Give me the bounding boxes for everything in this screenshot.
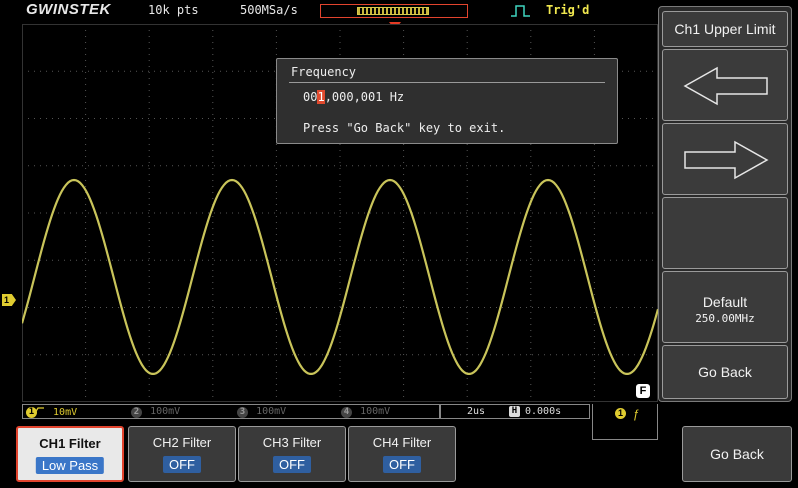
softkey-label: CH3 Filter bbox=[262, 435, 322, 450]
softkey-ch2-filter[interactable]: CH2 Filter OFF bbox=[128, 426, 236, 482]
right-arrow-icon bbox=[684, 140, 769, 180]
softkey-label: CH1 Filter bbox=[39, 436, 101, 451]
go-back-button[interactable]: Go Back bbox=[682, 426, 792, 482]
channel-status-bar: 1 10mV 2 ═ 100mV 3 ═ 100mV 4 ═ 100mV bbox=[22, 404, 440, 419]
go-back-label: Go Back bbox=[710, 446, 764, 462]
memory-view-window bbox=[357, 7, 429, 15]
ch3-scale: 100mV bbox=[256, 406, 287, 417]
ch4-status[interactable]: 4 ═ 100mV bbox=[341, 406, 391, 418]
cursor-left-button[interactable] bbox=[662, 49, 788, 121]
dialog-title: Frequency bbox=[291, 65, 357, 79]
memory-overview-bar bbox=[320, 4, 468, 18]
ch3-status[interactable]: 3 ═ 100mV bbox=[237, 406, 287, 418]
empty-side-button[interactable] bbox=[662, 197, 788, 269]
ch1-scale: 10mV bbox=[53, 407, 78, 418]
trigger-slope-icon: ƒ bbox=[633, 407, 640, 421]
record-length: 10k pts bbox=[148, 3, 199, 17]
dialog-hint: Press "Go Back" key to exit. bbox=[303, 121, 506, 135]
default-label: Default bbox=[702, 294, 748, 310]
side-menu: Ch1 Upper Limit Default 250.00MHz Go Bac… bbox=[658, 6, 792, 402]
softkey-label: CH4 Filter bbox=[372, 435, 432, 450]
softkey-value: Low Pass bbox=[35, 457, 105, 474]
dialog-divider bbox=[289, 82, 605, 83]
upper-limit-title: Ch1 Upper Limit bbox=[662, 11, 788, 47]
left-arrow-icon bbox=[683, 66, 768, 106]
ch4-scale: 100mV bbox=[360, 406, 391, 417]
softkey-ch1-filter[interactable]: CH1 Filter Low Pass bbox=[16, 426, 124, 482]
horizontal-position: 0.000s bbox=[525, 406, 562, 417]
softkey-ch3-filter[interactable]: CH3 Filter OFF bbox=[238, 426, 346, 482]
ch1-ground-marker[interactable]: 1 bbox=[2, 294, 16, 306]
softkey-value: OFF bbox=[273, 456, 311, 473]
ch1-status[interactable]: 1 10mV bbox=[26, 406, 77, 418]
edit-cursor-digit: 1 bbox=[317, 90, 325, 104]
status-bar: GWINSTEK 10k pts 500MSa/s Trig'd bbox=[0, 0, 660, 22]
side-menu-title: Ch1 Upper Limit bbox=[674, 21, 776, 37]
timebase: 2us bbox=[467, 406, 486, 417]
ch2-status[interactable]: 2 ═ 100mV bbox=[131, 406, 181, 418]
softkey-value: OFF bbox=[383, 456, 421, 473]
frequency-value[interactable]: 001,000,001 Hz bbox=[303, 90, 404, 104]
ch4-badge: 4 bbox=[341, 407, 352, 418]
ch2-badge: 2 bbox=[131, 407, 142, 418]
horizontal-position-icon: H bbox=[509, 406, 520, 417]
softkey-value: OFF bbox=[163, 456, 201, 473]
default-value: 250.00MHz bbox=[695, 312, 755, 325]
ch1-badge: 1 bbox=[26, 407, 37, 418]
go-back-side-button[interactable]: Go Back bbox=[662, 345, 788, 399]
trigger-edge-icon bbox=[511, 5, 530, 17]
trigger-status: Trig'd bbox=[546, 3, 590, 17]
ch3-badge: 3 bbox=[237, 407, 248, 418]
ch2-scale: 100mV bbox=[150, 406, 181, 417]
trigger-status-box: 1 ƒ bbox=[592, 404, 658, 440]
softkey-ch4-filter[interactable]: CH4 Filter OFF bbox=[348, 426, 456, 482]
horizontal-status-bar[interactable]: 2us H 0.000s bbox=[440, 404, 590, 419]
frequency-dialog: Frequency 001,000,001 Hz Press "Go Back"… bbox=[276, 58, 618, 144]
filter-indicator-icon: F bbox=[636, 384, 650, 398]
trigger-source-badge: 1 bbox=[615, 408, 626, 419]
default-button[interactable]: Default 250.00MHz bbox=[662, 271, 788, 343]
brand-logo: GWINSTEK bbox=[26, 1, 111, 18]
sample-rate: 500MSa/s bbox=[240, 3, 298, 17]
frequency-rest: ,000,001 Hz bbox=[324, 90, 405, 104]
go-back-label: Go Back bbox=[698, 364, 752, 380]
softkey-label: CH2 Filter bbox=[152, 435, 212, 450]
cursor-right-button[interactable] bbox=[662, 123, 788, 195]
frequency-prefix: 00 bbox=[303, 90, 318, 104]
